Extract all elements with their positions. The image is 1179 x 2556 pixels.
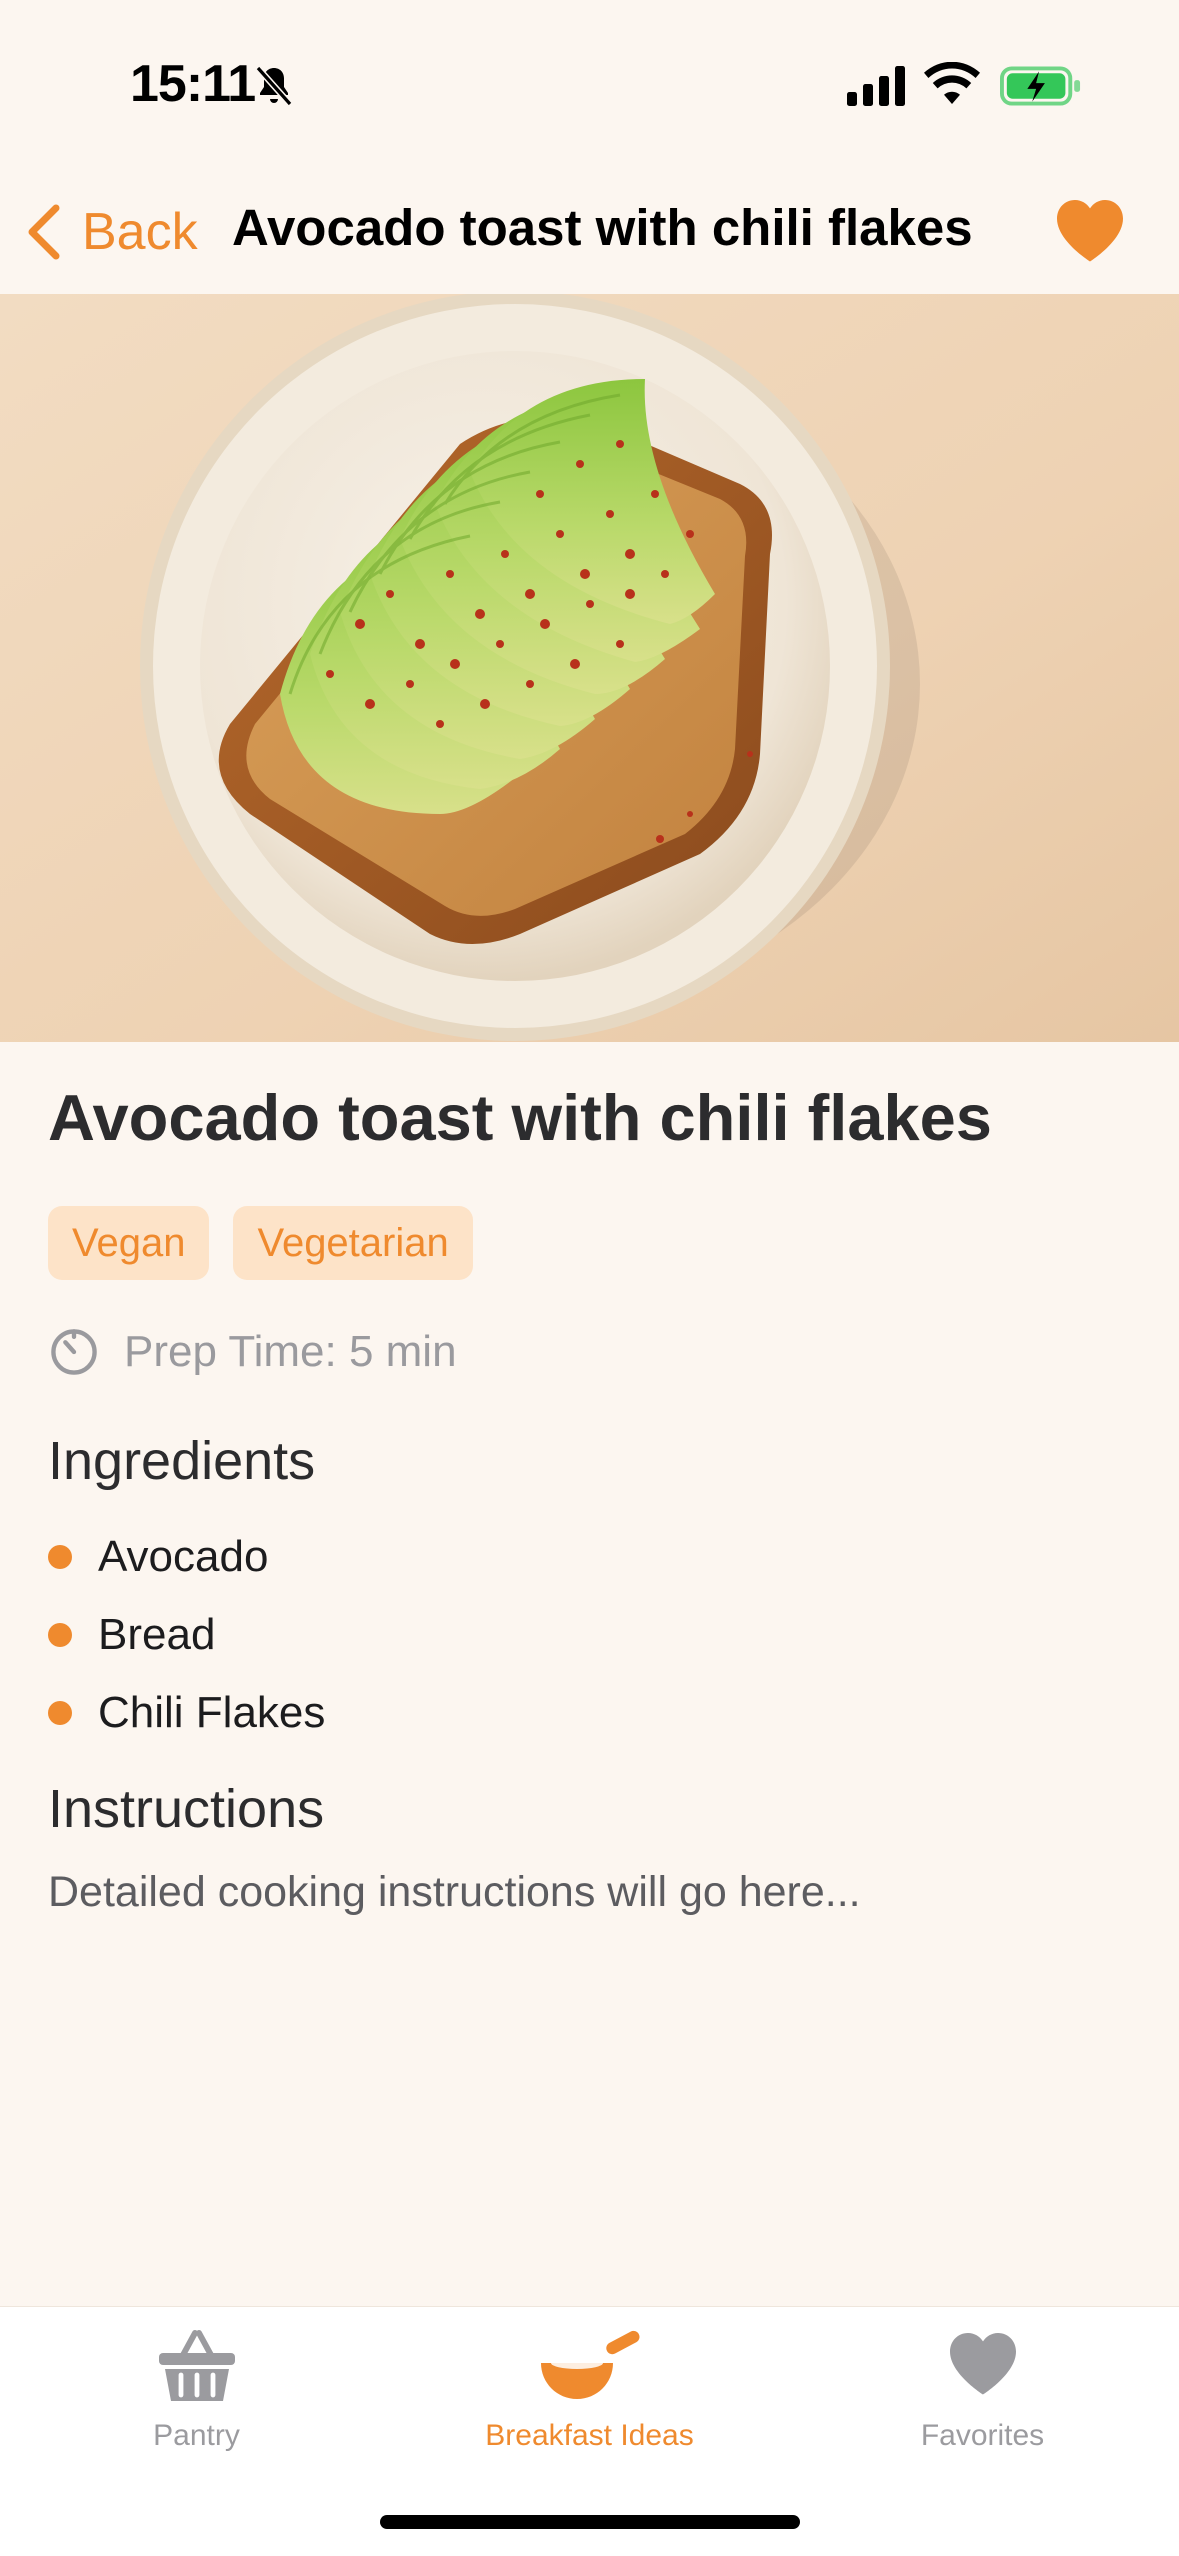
tab-pantry[interactable]: Pantry <box>0 2307 393 2487</box>
basket-icon <box>158 2330 235 2401</box>
bullet-icon <box>48 1545 72 1569</box>
list-item: Chili Flakes <box>48 1674 325 1752</box>
nav-title: Avocado toast with chili flakes <box>232 199 973 256</box>
heart-icon <box>949 2333 1016 2395</box>
wifi-icon <box>924 62 980 104</box>
timer-icon <box>51 1329 97 1375</box>
battery-charging-icon <box>1000 66 1081 106</box>
tab-label: Pantry <box>153 2419 240 2452</box>
ingredients-heading: Ingredients <box>48 1431 316 1491</box>
status-time: 15:11 <box>130 55 256 113</box>
list-item: Avocado <box>48 1518 325 1596</box>
recipe-photo <box>0 294 1179 1042</box>
back-label: Back <box>82 203 198 261</box>
cellular-signal-icon <box>847 66 905 106</box>
bell-slash-icon <box>255 65 293 107</box>
list-item: Bread <box>48 1596 325 1674</box>
instructions-heading: Instructions <box>48 1779 325 1839</box>
tab-label: Favorites <box>920 2419 1045 2452</box>
tab-label: Breakfast Ideas <box>485 2419 694 2452</box>
bullet-icon <box>48 1701 72 1725</box>
ingredient-label: Avocado <box>98 1532 269 1581</box>
chevron-left-icon <box>28 204 60 260</box>
heart-icon[interactable] <box>1054 194 1126 266</box>
ingredient-list: Avocado Bread Chili Flakes <box>48 1518 325 1752</box>
status-bar: 15:11 <box>0 0 1179 170</box>
home-indicator[interactable] <box>380 2515 800 2529</box>
tag-list: Vegan Vegetarian <box>48 1206 473 1280</box>
navigation-bar: Back Avocado toast with chili flakes <box>0 170 1179 294</box>
ingredient-label: Bread <box>98 1610 216 1659</box>
ingredient-label: Chili Flakes <box>98 1688 326 1737</box>
prep-time-text: Prep Time: 5 min <box>124 1327 457 1376</box>
recipe-title: Avocado toast with chili flakes <box>48 1081 992 1154</box>
back-button[interactable]: Back <box>24 194 198 270</box>
tag-vegetarian: Vegetarian <box>233 1206 473 1280</box>
frying-pan-icon <box>540 2330 639 2399</box>
tab-favorites[interactable]: Favorites <box>786 2307 1179 2487</box>
tag-vegan: Vegan <box>48 1206 210 1280</box>
prep-time: Prep Time: 5 min <box>48 1326 457 1378</box>
tab-breakfast-ideas[interactable]: Breakfast Ideas <box>393 2307 786 2487</box>
instructions-text: Detailed cooking instructions will go he… <box>48 1868 861 1916</box>
bullet-icon <box>48 1623 72 1647</box>
